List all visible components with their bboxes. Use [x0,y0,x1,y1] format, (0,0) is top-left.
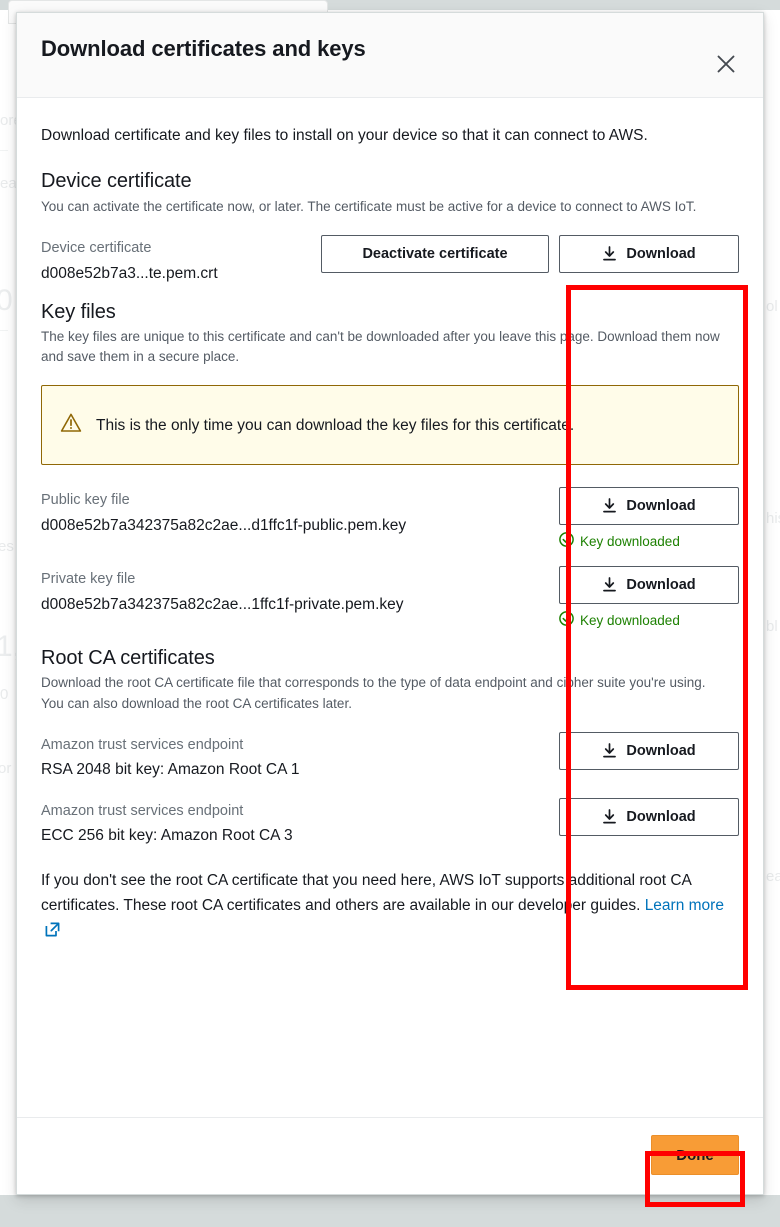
download-public-key-label: Download [626,498,696,515]
root-ca-rsa-filename: RSA 2048 bit key: Amazon Root CA 1 [41,761,300,779]
check-circle-icon [559,532,574,550]
private-key-actions: Download Key downloaded [559,566,739,629]
root-ca-ecc-label: Amazon trust services endpoint [41,802,244,819]
download-icon [602,808,617,825]
private-key-status-label: Key downloaded [580,612,680,628]
device-certificate-label: Device certificate [41,240,152,257]
modal-header: Download certificates and keys [17,13,763,98]
close-icon[interactable] [711,49,741,79]
private-key-row: Private key file d008e52b7a342375a82c2ae… [41,566,739,629]
background-ghost-text: bl [766,618,778,635]
public-key-label: Public key file [41,492,130,509]
download-root-ca-rsa-button[interactable]: Download [559,731,739,770]
section-title-key-files: Key files [41,300,116,323]
device-certificate-actions: Deactivate certificate Download [321,235,739,274]
root-ca-footnote: If you don't see the root CA certificate… [41,869,739,945]
root-ca-ecc-row: Amazon trust services endpoint ECC 256 b… [41,797,739,848]
check-circle-icon [559,611,574,629]
root-ca-rsa-label: Amazon trust services endpoint [41,736,244,753]
private-key-label: Private key file [41,571,136,588]
learn-more-label: Learn more [644,897,724,915]
root-ca-ecc-info: Amazon trust services endpoint ECC 256 b… [41,798,293,848]
download-private-key-label: Download [626,577,696,594]
modal-body: Download certificate and key files to in… [17,98,763,1117]
intro-text: Download certificate and key files to in… [41,127,648,144]
external-link-icon [45,921,60,946]
modal-footer: Done [17,1117,763,1194]
download-root-ca-ecc-button[interactable]: Download [559,797,739,836]
background-divider [0,150,8,151]
root-ca-rsa-info: Amazon trust services endpoint RSA 2048 … [41,732,299,782]
public-key-info: Public key file d008e52b7a342375a82c2ae.… [41,487,406,537]
download-icon [602,246,617,262]
page-title: Download certificates and keys [41,36,366,61]
download-certificates-modal: Download certificates and keys Download … [16,12,764,1195]
public-key-row: Public key file d008e52b7a342375a82c2ae.… [41,487,739,550]
device-certificate-row: Device certificate d008e52b7a3...te.pem.… [41,235,739,285]
root-ca-footnote-text: If you don't see the root CA certificate… [41,872,692,915]
section-title-root-ca: Root CA certificates [41,647,215,670]
section-title-device-certificate: Device certificate [41,170,192,193]
private-key-filename: d008e52b7a342375a82c2ae...1ffc1f-private… [41,595,404,613]
root-ca-ecc-filename: ECC 256 bit key: Amazon Root CA 3 [41,827,293,845]
key-files-warning-text: This is the only time you can download t… [96,416,575,434]
background-divider [0,330,8,331]
download-public-key-button[interactable]: Download [559,487,739,526]
background-ghost-text: his [766,510,780,527]
download-root-ca-rsa-label: Download [626,742,696,759]
background-ghost-text: or [0,760,12,777]
deactivate-certificate-button[interactable]: Deactivate certificate [321,235,549,274]
background-ghost-text: ea [0,175,17,192]
background-bottom-strip [0,1195,780,1227]
download-icon [602,498,617,514]
warning-triangle-icon [60,412,82,439]
download-device-certificate-label: Download [626,246,696,263]
section-description-device-certificate: You can activate the certificate now, or… [41,199,697,215]
public-key-filename: d008e52b7a342375a82c2ae...d1ffc1f-public… [41,516,407,534]
download-private-key-button[interactable]: Download [559,566,739,605]
public-key-actions: Download Key downloaded [559,487,739,550]
public-key-status: Key downloaded [559,532,680,550]
key-files-warning-alert: This is the only time you can download t… [41,385,739,466]
background-ghost-text: ea [766,868,780,885]
section-description-root-ca: Download the root CA certificate file th… [41,675,706,711]
background-ghost-text: ol [766,298,778,315]
download-icon [602,577,617,593]
root-ca-ecc-actions: Download [559,797,739,836]
background-ghost-text: 0 [0,686,9,703]
download-root-ca-ecc-label: Download [626,808,696,825]
download-icon [602,743,617,759]
public-key-status-label: Key downloaded [580,533,680,549]
device-certificate-filename: d008e52b7a3...te.pem.crt [41,264,218,282]
root-ca-rsa-actions: Download [559,731,739,770]
private-key-status: Key downloaded [559,611,680,629]
private-key-info: Private key file d008e52b7a342375a82c2ae… [41,566,404,616]
background-ghost-text: es [0,538,14,555]
root-ca-rsa-row: Amazon trust services endpoint RSA 2048 … [41,731,739,782]
section-description-key-files: The key files are unique to this certifi… [41,328,720,365]
download-device-certificate-button[interactable]: Download [559,235,739,274]
done-button[interactable]: Done [651,1135,739,1175]
background-ghost-text: 0 [0,284,13,317]
device-certificate-info: Device certificate d008e52b7a3...te.pem.… [41,235,218,285]
